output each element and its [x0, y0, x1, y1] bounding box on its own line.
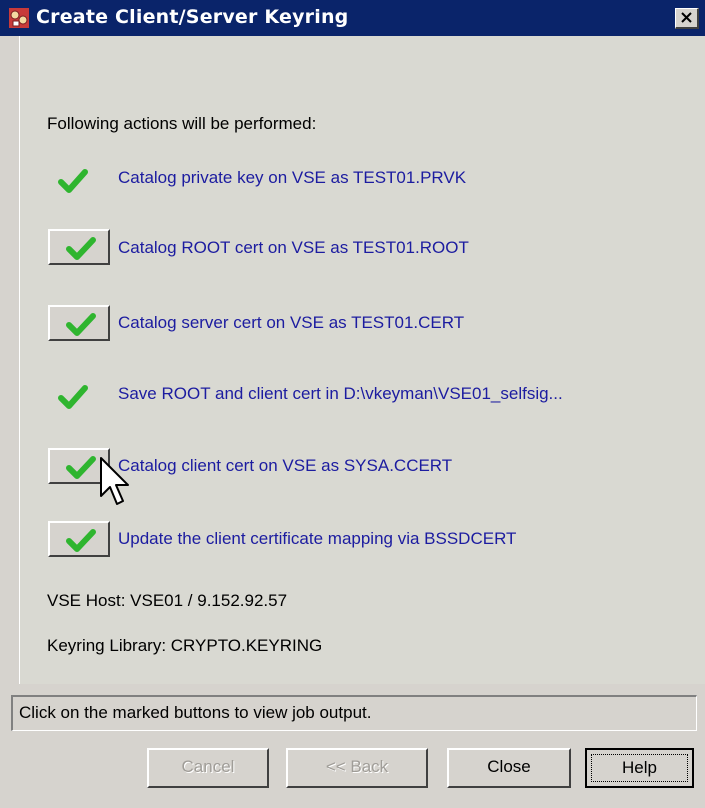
green-checkmark-icon [66, 313, 96, 336]
green-checkmark-icon [66, 237, 96, 260]
keyring-library-label: Keyring Library: CRYPTO.KEYRING [47, 636, 323, 655]
status-bar: Click on the marked buttons to view job … [11, 695, 697, 731]
title-bar[interactable]: Create Client/Server Keyring [0, 0, 705, 36]
view-server-cert-job-button[interactable] [48, 305, 110, 341]
keyring-app-icon [9, 8, 29, 28]
action-save-certs: Save ROOT and client cert in D:\vkeyman\… [118, 384, 563, 403]
help-button[interactable]: Help [585, 748, 694, 788]
green-checkmark-icon [58, 169, 88, 193]
create-keyring-dialog: Create Client/Server Keyring Following a… [0, 0, 705, 808]
actions-heading: Following actions will be performed: [47, 114, 317, 133]
green-checkmark-icon [58, 385, 88, 409]
view-root-cert-job-button[interactable] [48, 229, 110, 265]
green-checkmark-icon [66, 456, 96, 479]
action-update-cert-mapping: Update the client certificate mapping vi… [118, 529, 517, 548]
green-checkmark-icon [66, 529, 96, 552]
action-catalog-client-cert: Catalog client cert on VSE as SYSA.CCERT [118, 456, 453, 475]
action-catalog-server-cert: Catalog server cert on VSE as TEST01.CER… [118, 313, 465, 332]
arrow-cursor-icon [100, 457, 129, 505]
cancel-button[interactable]: Cancel [147, 748, 269, 788]
action-catalog-private-key: Catalog private key on VSE as TEST01.PRV… [118, 168, 467, 187]
close-icon [681, 12, 692, 23]
help-button-label: Help [591, 754, 688, 782]
window-close-button[interactable] [675, 8, 699, 29]
back-button[interactable]: << Back [286, 748, 428, 788]
action-catalog-root-cert: Catalog ROOT cert on VSE as TEST01.ROOT [118, 238, 469, 257]
vse-host-label: VSE Host: VSE01 / 9.152.92.57 [47, 591, 288, 610]
close-button[interactable]: Close [447, 748, 571, 788]
window-title: Create Client/Server Keyring [36, 6, 349, 28]
view-cert-mapping-job-button[interactable] [48, 521, 110, 557]
